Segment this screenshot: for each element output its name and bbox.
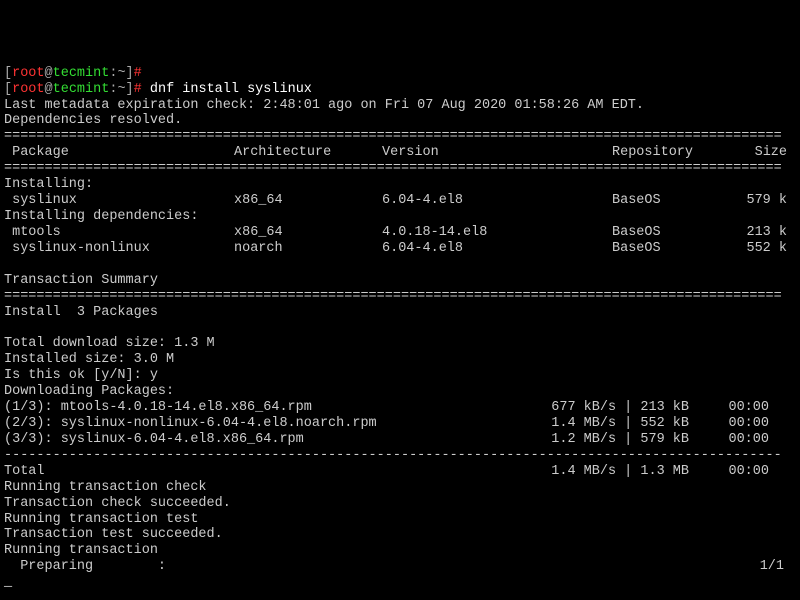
dl-item: (2/3): syslinux-nonlinux-6.04-4.el8.noar…: [4, 416, 544, 432]
preparing-count: 1/1: [744, 559, 784, 575]
prompt-bracket: [: [4, 82, 12, 97]
cursor: _: [4, 575, 12, 590]
dl-rate: 677 kB/s | 213 kB: [544, 400, 689, 416]
pkg-repo: BaseOS: [612, 225, 737, 241]
rule-dash: ----------------------------------------…: [4, 448, 782, 463]
metadata-line: Last metadata expiration check: 2:48:01 …: [4, 98, 644, 113]
dl-time: 00:00: [689, 416, 769, 432]
col-package: Package: [4, 145, 234, 161]
prompt-at: @: [45, 82, 53, 97]
downloading-label: Downloading Packages:: [4, 384, 174, 399]
prompt-user: root: [12, 66, 44, 81]
total-time: 00:00: [689, 464, 769, 480]
rule: ========================================…: [4, 161, 782, 176]
dl-time: 00:00: [689, 432, 769, 448]
rule: ========================================…: [4, 129, 782, 144]
pkg-name: syslinux-nonlinux: [4, 241, 234, 257]
dl-rate: 1.2 MB/s | 579 kB: [544, 432, 689, 448]
pkg-size: 213 k: [737, 225, 787, 241]
prompt-bracket-close: ]: [126, 66, 134, 81]
dl-item: (3/3): syslinux-6.04-4.el8.x86_64.rpm: [4, 432, 544, 448]
dl-time: 00:00: [689, 400, 769, 416]
prompt-host: tecmint: [53, 82, 110, 97]
prompt-hash: #: [134, 82, 142, 97]
transaction-summary: Transaction Summary: [4, 273, 158, 288]
dl-item: (1/3): mtools-4.0.18-14.el8.x86_64.rpm: [4, 400, 544, 416]
command-line[interactable]: dnf install syslinux: [142, 82, 312, 97]
col-repo: Repository: [612, 145, 737, 161]
pkg-version: 6.04-4.el8: [382, 241, 612, 257]
prompt-bracket-close: ]: [126, 82, 134, 97]
pkg-arch: noarch: [234, 241, 382, 257]
run-transaction: Running transaction: [4, 543, 158, 558]
prompt-cwd: :~: [109, 66, 125, 81]
pkg-size: 579 k: [737, 193, 787, 209]
check-ok: Transaction check succeeded.: [4, 496, 231, 511]
run-test: Running transaction test: [4, 512, 198, 527]
prompt-host: tecmint: [53, 66, 110, 81]
pkg-arch: x86_64: [234, 193, 382, 209]
pkg-repo: BaseOS: [612, 193, 737, 209]
col-size: Size: [737, 145, 787, 161]
test-ok: Transaction test succeeded.: [4, 527, 223, 542]
installed-size: Installed size: 3.0 M: [4, 352, 174, 367]
pkg-name: mtools: [4, 225, 234, 241]
empty-command: [142, 66, 150, 81]
installing-label: Installing:: [4, 177, 93, 192]
rule: ========================================…: [4, 289, 782, 304]
preparing: Preparing :: [4, 559, 744, 575]
pkg-name: syslinux: [4, 193, 234, 209]
run-check: Running transaction check: [4, 480, 207, 495]
pkg-repo: BaseOS: [612, 241, 737, 257]
pkg-version: 4.0.18-14.el8: [382, 225, 612, 241]
dl-rate: 1.4 MB/s | 552 kB: [544, 416, 689, 432]
install-count: Install 3 Packages: [4, 305, 158, 320]
prompt-cwd: :~: [109, 82, 125, 97]
col-version: Version: [382, 145, 612, 161]
confirm-prompt[interactable]: Is this ok [y/N]: y: [4, 368, 158, 383]
installing-deps-label: Installing dependencies:: [4, 209, 198, 224]
deps-resolved: Dependencies resolved.: [4, 113, 182, 128]
total-rate: 1.4 MB/s | 1.3 MB: [544, 464, 689, 480]
prompt-bracket: [: [4, 66, 12, 81]
prompt-hash: #: [134, 66, 142, 81]
pkg-version: 6.04-4.el8: [382, 193, 612, 209]
download-size: Total download size: 1.3 M: [4, 336, 215, 351]
pkg-arch: x86_64: [234, 225, 382, 241]
prompt-at: @: [45, 66, 53, 81]
total-label: Total: [4, 464, 544, 480]
col-arch: Architecture: [234, 145, 382, 161]
pkg-size: 552 k: [737, 241, 787, 257]
prompt-user: root: [12, 82, 44, 97]
